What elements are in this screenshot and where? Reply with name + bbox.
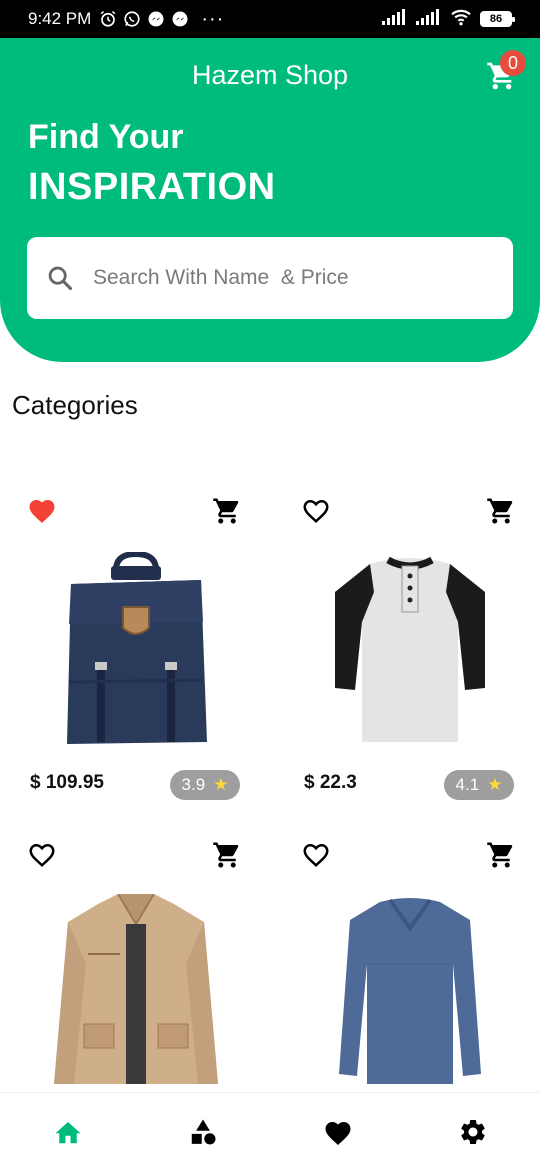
status-bar: 9:42 PM ··· 86 <box>0 0 540 38</box>
cart-icon <box>213 842 239 868</box>
product-image-backpack[interactable] <box>26 550 246 750</box>
product-image-jacket[interactable] <box>26 894 246 1090</box>
nav-settings[interactable] <box>443 1102 503 1162</box>
messenger-icon <box>171 10 189 28</box>
cart-icon <box>487 498 513 524</box>
star-icon: ★ <box>213 775 229 794</box>
nav-favorites[interactable] <box>308 1102 368 1162</box>
cart-button[interactable]: 0 <box>482 50 526 98</box>
product-price: $ 109.95 <box>30 772 104 793</box>
cart-icon <box>487 842 513 868</box>
rating-badge: 4.1 ★ <box>444 770 514 800</box>
header: Hazem Shop 0 Find Your INSPIRATION <box>0 38 540 362</box>
status-notification-icons: ··· <box>99 8 224 31</box>
search-icon <box>45 263 75 293</box>
favorite-button[interactable] <box>300 494 332 526</box>
signal-icon <box>416 8 442 30</box>
product-image-long-sleeve-shirt[interactable] <box>300 894 520 1090</box>
nav-categories[interactable] <box>173 1102 233 1162</box>
add-to-cart-button[interactable] <box>210 838 244 872</box>
bottom-navigation <box>0 1092 540 1170</box>
headline-line-2: INSPIRATION <box>28 166 276 208</box>
more-notifications-icon: ··· <box>201 7 225 30</box>
status-left: 9:42 PM ··· <box>28 8 224 31</box>
heart-outline-icon <box>303 499 329 523</box>
product-card[interactable]: $ 22.3 4.1 ★ <box>276 480 526 820</box>
heart-outline-icon <box>29 843 55 867</box>
categories-title: Categories <box>12 390 138 420</box>
search-input[interactable] <box>93 266 493 290</box>
nav-home[interactable] <box>38 1102 98 1162</box>
product-card[interactable] <box>276 824 526 1092</box>
headline-line-1: Find Your <box>28 118 184 156</box>
product-card[interactable] <box>2 824 252 1092</box>
add-to-cart-button[interactable] <box>484 494 518 528</box>
add-to-cart-button[interactable] <box>484 838 518 872</box>
add-to-cart-button[interactable] <box>210 494 244 528</box>
cart-icon <box>213 498 239 524</box>
product-price: $ 22.3 <box>304 772 357 793</box>
favorites-icon <box>325 1121 350 1145</box>
search-box[interactable] <box>27 237 513 319</box>
favorite-button[interactable] <box>300 838 332 870</box>
rating-value: 3.9 <box>181 775 206 794</box>
app-title: Hazem Shop <box>191 60 349 90</box>
categories-icon <box>191 1119 215 1144</box>
rating-value: 4.1 <box>455 775 480 794</box>
status-right: 86 <box>382 8 515 31</box>
product-card[interactable]: $ 109.95 3.9 ★ <box>2 480 252 820</box>
settings-icon <box>460 1119 485 1144</box>
messenger-icon <box>147 10 165 28</box>
signal-icon <box>382 8 408 30</box>
battery-icon: 86 <box>480 11 515 27</box>
rating-badge: 3.9 ★ <box>170 770 240 800</box>
heart-outline-icon <box>303 843 329 867</box>
alarm-icon <box>99 10 117 28</box>
heart-filled-icon <box>29 500 55 523</box>
status-time: 9:42 PM <box>28 9 92 28</box>
home-icon <box>55 1121 80 1143</box>
wifi-icon <box>450 8 472 31</box>
favorite-button[interactable] <box>26 838 58 870</box>
star-icon: ★ <box>487 775 503 794</box>
favorite-button[interactable] <box>26 494 58 526</box>
cart-count-badge: 0 <box>500 50 526 76</box>
product-image-henley-shirt[interactable] <box>300 550 520 750</box>
whatsapp-icon <box>123 10 141 28</box>
